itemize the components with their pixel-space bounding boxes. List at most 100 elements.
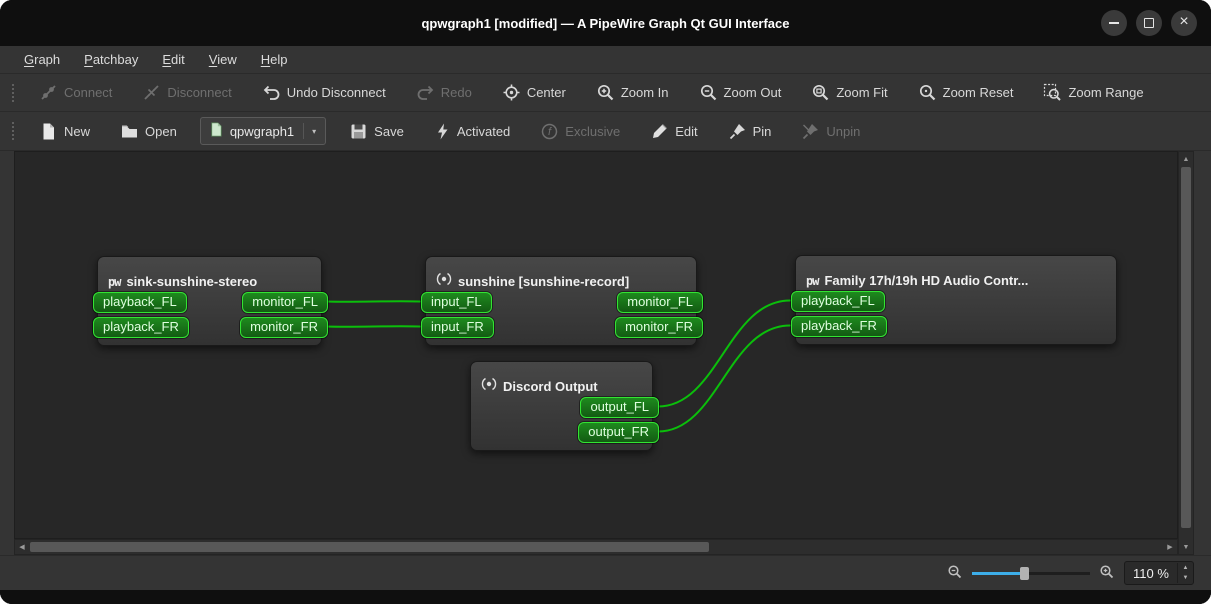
node-title: Family 17h/19h HD Audio Contr... (824, 273, 1029, 288)
undo-disconnect-button[interactable]: Undo Disconnect (254, 77, 394, 108)
vertical-scroll-thumb[interactable] (1181, 167, 1191, 528)
cable (326, 325, 421, 328)
chevron-down-icon: ▾ (312, 126, 317, 136)
node-title: sunshine [sunshine-record] (458, 274, 630, 289)
open-folder-icon (120, 122, 139, 141)
zoom-range-button[interactable]: Zoom Range (1035, 77, 1151, 108)
save-button[interactable]: Save (341, 116, 412, 147)
zoom-out-small-icon[interactable] (947, 564, 963, 583)
edit-button[interactable]: Edit (642, 116, 705, 147)
toolbar-drag-handle[interactable] (12, 83, 14, 102)
zoom-slider-fill (972, 572, 1024, 575)
record-icon (436, 272, 452, 289)
unpin-button[interactable]: Unpin (793, 116, 868, 147)
activated-toggle[interactable]: Activated (426, 116, 518, 147)
spin-buttons: ▲ ▼ (1177, 563, 1193, 583)
zoom-fit-button[interactable]: Zoom Fit (803, 77, 895, 108)
zoom-spinbox[interactable]: 110 % ▲ ▼ (1124, 561, 1194, 585)
combo-separator (303, 123, 305, 139)
menu-edit[interactable]: Edit (150, 48, 196, 71)
port-output_FR[interactable]: output_FR (578, 422, 659, 443)
graph-canvas[interactable]: pw sink-sunshine-stereo playback_FL play… (14, 151, 1178, 539)
menubar: Graph Patchbay Edit View Help (0, 46, 1211, 74)
new-file-icon (39, 122, 58, 141)
spin-down-icon[interactable]: ▼ (1178, 573, 1193, 583)
vertical-scrollbar[interactable]: ▲ ▼ (1178, 151, 1194, 555)
window-title: qpwgraph1 [modified] — A PipeWire Graph … (421, 15, 790, 31)
port-input_FR[interactable]: input_FR (421, 317, 494, 338)
port-monitor_FR[interactable]: monitor_FR (615, 317, 703, 338)
connect-icon (39, 83, 58, 102)
exclusive-icon: f (540, 122, 559, 141)
menu-help[interactable]: Help (249, 48, 300, 71)
open-button[interactable]: Open (112, 116, 185, 147)
node-sink-sunshine-stereo[interactable]: pw sink-sunshine-stereo playback_FL play… (93, 256, 328, 346)
zoom-slider-handle[interactable] (1020, 567, 1029, 580)
minimize-button[interactable] (1101, 10, 1127, 36)
node-family-hd-audio[interactable]: pw Family 17h/19h HD Audio Contr... play… (791, 255, 1117, 345)
unpin-icon (801, 122, 820, 141)
zoom-out-button[interactable]: Zoom Out (691, 77, 790, 108)
maximize-button[interactable] (1136, 10, 1162, 36)
minimize-icon (1109, 22, 1119, 24)
exclusive-toggle[interactable]: f Exclusive (532, 116, 628, 147)
port-playback_FL[interactable]: playback_FL (93, 292, 187, 313)
undo-icon (262, 83, 281, 102)
zoom-slider-track[interactable] (1024, 572, 1090, 575)
port-playback_FR[interactable]: playback_FR (93, 317, 189, 338)
titlebar[interactable]: qpwgraph1 [modified] — A PipeWire Graph … (0, 0, 1211, 46)
file-toolbar: New Open qpwgraph1 ▾ Save Activated f Ex… (0, 112, 1211, 151)
toolbar-drag-handle[interactable] (12, 122, 14, 140)
menu-patchbay[interactable]: Patchbay (72, 48, 150, 71)
horizontal-scroll-track[interactable] (29, 540, 1163, 554)
patchbay-file-icon (208, 121, 224, 141)
menu-view[interactable]: View (197, 48, 249, 71)
pipewire-icon: pw (806, 274, 819, 288)
pin-button[interactable]: Pin (720, 116, 780, 147)
cable (326, 300, 421, 303)
port-monitor_FL[interactable]: monitor_FL (242, 292, 328, 313)
maximize-icon (1144, 18, 1154, 28)
zoom-reset-icon (918, 83, 937, 102)
disconnect-button[interactable]: Disconnect (134, 77, 239, 108)
pin-icon (728, 122, 747, 141)
port-input_FL[interactable]: input_FL (421, 292, 492, 313)
zoom-range-icon (1043, 83, 1062, 102)
scroll-up-icon[interactable]: ▲ (1179, 152, 1193, 166)
port-playback_FR[interactable]: playback_FR (791, 316, 887, 337)
spin-up-icon[interactable]: ▲ (1178, 563, 1193, 573)
app-window: qpwgraph1 [modified] — A PipeWire Graph … (0, 0, 1211, 604)
graph-toolbar: Connect Disconnect Undo Disconnect Redo … (0, 74, 1211, 112)
new-button[interactable]: New (31, 116, 98, 147)
record-icon (481, 377, 497, 394)
zoom-in-button[interactable]: Zoom In (588, 77, 677, 108)
vertical-scroll-track[interactable] (1179, 166, 1193, 540)
center-icon (502, 83, 521, 102)
node-sunshine-record[interactable]: sunshine [sunshine-record] input_FL inpu… (421, 256, 703, 346)
port-monitor_FR[interactable]: monitor_FR (240, 317, 328, 338)
horizontal-scroll-thumb[interactable] (30, 542, 710, 552)
scroll-down-icon[interactable]: ▼ (1179, 540, 1193, 554)
redo-button[interactable]: Redo (408, 77, 480, 108)
redo-icon (416, 83, 435, 102)
port-monitor_FL[interactable]: monitor_FL (617, 292, 703, 313)
close-button[interactable]: × (1171, 10, 1197, 36)
center-button[interactable]: Center (494, 77, 574, 108)
patchbay-select[interactable]: qpwgraph1 ▾ (199, 117, 327, 145)
port-playback_FL[interactable]: playback_FL (791, 291, 885, 312)
pencil-icon (650, 122, 669, 141)
save-icon (349, 122, 368, 141)
port-output_FL[interactable]: output_FL (580, 397, 659, 418)
window-controls: × (1101, 0, 1197, 46)
menu-graph[interactable]: Graph (12, 48, 72, 71)
node-discord-output[interactable]: Discord Output output_FL output_FR (470, 361, 659, 451)
zoom-in-small-icon[interactable] (1099, 564, 1115, 583)
zoom-value: 110 % (1133, 565, 1169, 581)
zoom-reset-button[interactable]: Zoom Reset (910, 77, 1022, 108)
zoom-slider[interactable] (972, 563, 1090, 583)
window-bottom-frame (0, 590, 1211, 604)
scroll-right-icon[interactable]: ▶ (1163, 540, 1177, 554)
connect-button[interactable]: Connect (31, 77, 120, 108)
scroll-left-icon[interactable]: ◀ (15, 540, 29, 554)
horizontal-scrollbar[interactable]: ◀ ▶ (14, 539, 1178, 555)
